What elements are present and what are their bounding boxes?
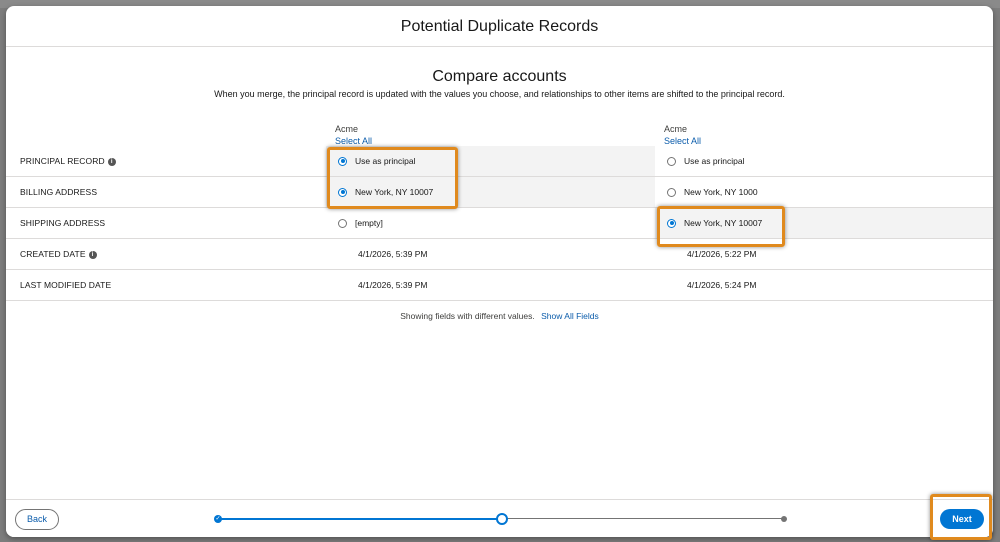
column-record-name: Acme xyxy=(335,124,359,134)
radio-selected-icon[interactable] xyxy=(667,218,676,228)
record-1-cell: 4/1/2026, 5:39 PM xyxy=(326,239,655,269)
record-2-cell: New York, NY 1000 xyxy=(655,177,993,207)
radio-icon[interactable] xyxy=(667,187,676,197)
progress-bar-completed xyxy=(220,518,501,520)
next-button[interactable]: Next xyxy=(940,509,984,529)
row-last-modified-date: LAST MODIFIED DATE 4/1/2026, 5:39 PM 4/1… xyxy=(6,270,993,301)
field-label: BILLING ADDRESS xyxy=(20,187,98,197)
radio-icon[interactable] xyxy=(667,156,676,166)
duplicate-records-modal: Potential Duplicate Records Compare acco… xyxy=(6,6,993,537)
shipping-option-1[interactable]: [empty] xyxy=(338,208,383,238)
record-2-cell: Use as principal xyxy=(655,146,993,176)
modified-date-value-1: 4/1/2026, 5:39 PM xyxy=(358,280,428,290)
record-1-cell: [empty] xyxy=(326,208,655,238)
radio-selected-icon[interactable] xyxy=(338,187,347,197)
fields-footnote: Showing fields with different values. Sh… xyxy=(6,311,993,321)
record-2-cell: 4/1/2026, 5:22 PM xyxy=(655,239,993,269)
row-billing-address: BILLING ADDRESS New York, NY 10007 New Y… xyxy=(6,177,993,208)
shipping-option-2[interactable]: New York, NY 10007 xyxy=(667,208,762,238)
row-principal-record: PRINCIPAL RECORD i Use as principal Use a… xyxy=(6,146,993,177)
billing-option-2[interactable]: New York, NY 1000 xyxy=(667,177,758,207)
info-icon[interactable]: i xyxy=(107,158,116,166)
record-1-cell: 4/1/2026, 5:39 PM xyxy=(326,270,655,300)
step-current-icon[interactable] xyxy=(496,513,508,525)
footnote-text: Showing fields with different values. xyxy=(400,311,535,321)
record-1-cell: New York, NY 10007 xyxy=(326,177,655,207)
field-label: PRINCIPAL RECORD i xyxy=(20,146,116,176)
modal-title: Potential Duplicate Records xyxy=(400,18,599,35)
billing-option-1[interactable]: New York, NY 10007 xyxy=(338,177,433,207)
step-upcoming-icon[interactable] xyxy=(781,516,787,522)
record-2-cell: 4/1/2026, 5:24 PM xyxy=(655,270,993,300)
row-shipping-address: SHIPPING ADDRESS [empty] New York, NY 10… xyxy=(6,208,993,239)
info-icon[interactable]: i xyxy=(88,251,97,259)
field-label: LAST MODIFIED DATE xyxy=(20,280,112,290)
record-1-cell: Use as principal xyxy=(326,146,655,176)
column-record-name: Acme xyxy=(664,124,688,134)
row-created-date: CREATED DATE i 4/1/2026, 5:39 PM 4/1/2026… xyxy=(6,239,993,270)
modal-footer: Back ✓ Next xyxy=(6,499,993,537)
radio-selected-icon[interactable] xyxy=(338,156,347,166)
principal-option-2[interactable]: Use as principal xyxy=(667,146,744,176)
show-all-fields-link[interactable]: Show All Fields xyxy=(541,311,599,321)
compare-title: Compare accounts xyxy=(432,68,567,85)
step-completed-check-icon[interactable]: ✓ xyxy=(214,515,222,523)
modal-header: Potential Duplicate Records xyxy=(6,6,993,47)
modified-date-value-2: 4/1/2026, 5:24 PM xyxy=(687,280,757,290)
field-label: SHIPPING ADDRESS xyxy=(20,218,106,228)
record-2-cell: New York, NY 10007 xyxy=(655,208,993,238)
compare-subtitle: When you merge, the principal record is … xyxy=(214,89,785,99)
progress-bar-remaining xyxy=(507,518,783,519)
field-label: CREATED DATE i xyxy=(20,239,97,269)
column-header-2: Acme Select All xyxy=(664,123,701,147)
column-header-1: Acme Select All xyxy=(335,123,372,147)
created-date-value-1: 4/1/2026, 5:39 PM xyxy=(358,249,428,259)
back-button[interactable]: Back xyxy=(15,509,59,530)
principal-option-1[interactable]: Use as principal xyxy=(338,146,415,176)
radio-icon[interactable] xyxy=(338,218,347,228)
created-date-value-2: 4/1/2026, 5:22 PM xyxy=(687,249,757,259)
